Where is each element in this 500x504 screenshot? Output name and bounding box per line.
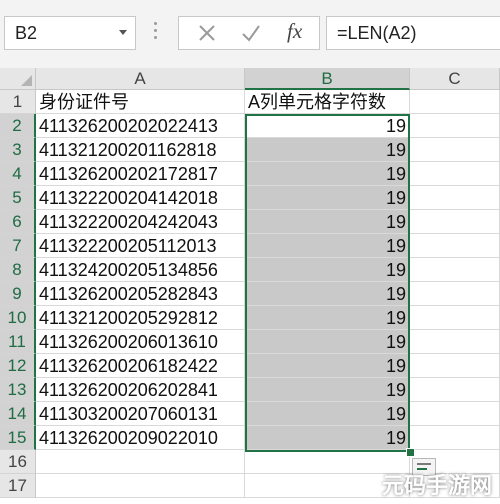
cell-c13[interactable] <box>410 378 500 402</box>
formula-buttons: fx <box>178 16 320 50</box>
cell-c2[interactable] <box>410 114 500 138</box>
spreadsheet-grid: A B C 1 2 3 4 5 6 7 8 9 10 11 12 13 14 1… <box>0 68 500 504</box>
cell-b15[interactable]: 19 <box>245 426 410 450</box>
row-header-7[interactable]: 7 <box>0 234 36 258</box>
cell-a7[interactable]: 411322200205112013 <box>36 234 245 258</box>
row-header-9[interactable]: 9 <box>0 282 36 306</box>
row-header-4[interactable]: 4 <box>0 162 36 186</box>
row-header-16[interactable]: 16 <box>0 450 36 474</box>
cell-a11[interactable]: 411326200206013610 <box>36 330 245 354</box>
cell-c8[interactable] <box>410 258 500 282</box>
cell-a1[interactable]: 身份证件号 <box>36 90 245 114</box>
cell-b14[interactable]: 19 <box>245 402 410 426</box>
watermark: 元码手游网 <box>381 474 492 499</box>
column-header-c[interactable]: C <box>410 68 500 90</box>
row-header-2[interactable]: 2 <box>0 114 36 138</box>
check-icon[interactable] <box>239 21 263 45</box>
cell-c6[interactable] <box>410 210 500 234</box>
row-header-17[interactable]: 17 <box>0 474 36 498</box>
cell-b7[interactable]: 19 <box>245 234 410 258</box>
cell-a16[interactable] <box>36 450 245 474</box>
cell-c1[interactable] <box>410 90 500 114</box>
row-header-3[interactable]: 3 <box>0 138 36 162</box>
formula-input[interactable]: =LEN(A2) <box>326 16 500 50</box>
cell-b9[interactable]: 19 <box>245 282 410 306</box>
cell-b2[interactable]: 19 <box>245 114 410 138</box>
fill-handle[interactable] <box>406 448 415 457</box>
cell-b4[interactable]: 19 <box>245 162 410 186</box>
name-box[interactable]: B2 <box>4 16 136 50</box>
insert-function-button[interactable]: fx <box>287 19 302 44</box>
chevron-down-icon[interactable] <box>119 30 127 35</box>
cell-c14[interactable] <box>410 402 500 426</box>
row-header-10[interactable]: 10 <box>0 306 36 330</box>
cell-b8[interactable]: 19 <box>245 258 410 282</box>
cancel-icon[interactable] <box>195 21 219 45</box>
row-header-15[interactable]: 15 <box>0 426 36 450</box>
row-header-11[interactable]: 11 <box>0 330 36 354</box>
cell-a3[interactable]: 411321200201162818 <box>36 138 245 162</box>
cell-a9[interactable]: 411326200205282843 <box>36 282 245 306</box>
row-header-14[interactable]: 14 <box>0 402 36 426</box>
name-box-value: B2 <box>15 23 38 43</box>
cell-a8[interactable]: 411324200205134856 <box>36 258 245 282</box>
cell-a14[interactable]: 411303200207060131 <box>36 402 245 426</box>
column-header-b[interactable]: B <box>245 68 410 90</box>
cell-c15[interactable] <box>410 426 500 450</box>
cell-c3[interactable] <box>410 138 500 162</box>
cell-c11[interactable] <box>410 330 500 354</box>
cell-c5[interactable] <box>410 186 500 210</box>
cell-a15[interactable]: 411326200209022010 <box>36 426 245 450</box>
column-header-a[interactable]: A <box>36 68 245 90</box>
cell-b11[interactable]: 19 <box>245 330 410 354</box>
cell-c4[interactable] <box>410 162 500 186</box>
cell-a17[interactable] <box>36 474 245 498</box>
drag-handle-icon[interactable] <box>154 22 157 42</box>
formula-bar: B2 fx =LEN(A2) <box>0 0 500 69</box>
cell-b10[interactable]: 19 <box>245 306 410 330</box>
cell-b6[interactable]: 19 <box>245 210 410 234</box>
formula-text: =LEN(A2) <box>337 23 417 43</box>
row-header-1[interactable]: 1 <box>0 90 36 114</box>
cell-b1[interactable]: A列单元格字符数 <box>245 90 410 114</box>
row-header-12[interactable]: 12 <box>0 354 36 378</box>
cell-a2[interactable]: 411326200202022413 <box>36 114 245 138</box>
select-all-button[interactable] <box>0 68 36 90</box>
cell-a13[interactable]: 411326200206202841 <box>36 378 245 402</box>
row-header-6[interactable]: 6 <box>0 210 36 234</box>
cell-c7[interactable] <box>410 234 500 258</box>
cell-b3[interactable]: 19 <box>245 138 410 162</box>
cell-b5[interactable]: 19 <box>245 186 410 210</box>
cell-c12[interactable] <box>410 354 500 378</box>
cell-a12[interactable]: 411326200206182422 <box>36 354 245 378</box>
row-header-13[interactable]: 13 <box>0 378 36 402</box>
cell-c10[interactable] <box>410 306 500 330</box>
cell-a5[interactable]: 411322200204142018 <box>36 186 245 210</box>
cell-b12[interactable]: 19 <box>245 354 410 378</box>
cell-b13[interactable]: 19 <box>245 378 410 402</box>
cell-a6[interactable]: 411322200204242043 <box>36 210 245 234</box>
cell-c9[interactable] <box>410 282 500 306</box>
row-header-8[interactable]: 8 <box>0 258 36 282</box>
cell-a10[interactable]: 411321200205292812 <box>36 306 245 330</box>
row-header-5[interactable]: 5 <box>0 186 36 210</box>
cell-a4[interactable]: 411326200202172817 <box>36 162 245 186</box>
